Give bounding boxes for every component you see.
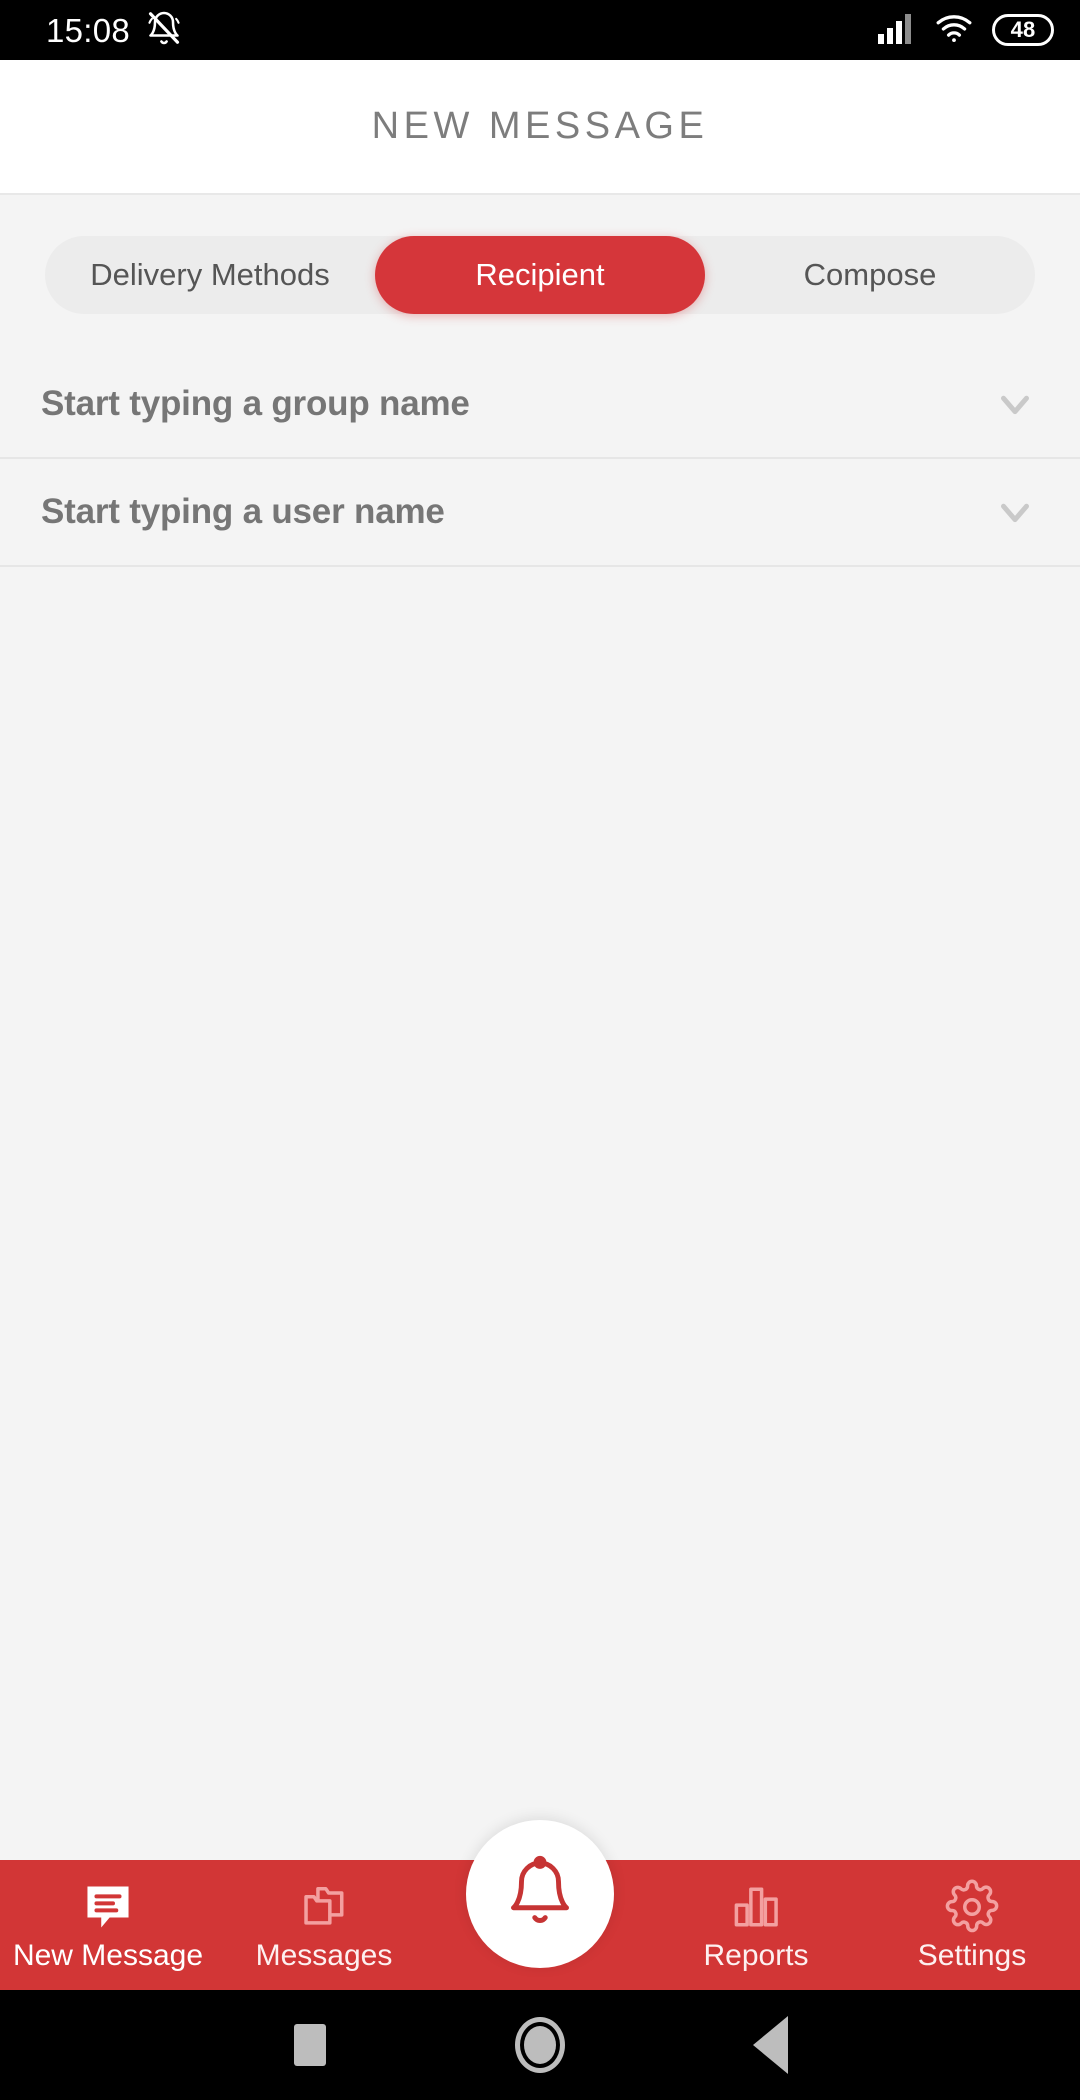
battery-level: 48	[1010, 17, 1036, 42]
back-button[interactable]	[655, 2016, 885, 2074]
status-time: 15:08	[46, 11, 131, 49]
chevron-down-icon[interactable]	[992, 381, 1038, 427]
phone-screen: 15:08 48 NEW MESSAGE Delivery Methods Re…	[0, 0, 1080, 2100]
alerts-fab-button[interactable]	[466, 1820, 614, 1968]
user-name-dropdown[interactable]: Start typing a user name	[0, 459, 1080, 567]
android-navigation-bar	[0, 1990, 1080, 2100]
chat-bubble-icon	[80, 1880, 136, 1934]
bottom-navigation-bar: New Message Messages Reports Settings	[0, 1820, 1080, 1990]
circle-home-icon	[515, 2017, 565, 2073]
nav-label-new-message: New Message	[12, 1938, 204, 1972]
tab-delivery-methods[interactable]: Delivery Methods	[45, 236, 375, 314]
folders-icon	[296, 1880, 352, 1934]
bell-muted-icon	[146, 10, 182, 51]
user-name-label: Start typing a user name	[41, 492, 445, 531]
status-bar-right: 48	[878, 12, 1054, 49]
status-bar: 15:08 48	[0, 0, 1080, 60]
nav-item-settings[interactable]: Settings	[864, 1860, 1080, 1990]
wifi-icon	[935, 13, 973, 48]
group-name-dropdown[interactable]: Start typing a group name	[0, 351, 1080, 459]
gear-icon	[944, 1879, 1000, 1934]
tab-recipient[interactable]: Recipient	[375, 236, 705, 314]
tab-compose[interactable]: Compose	[705, 236, 1035, 314]
recipient-list: Start typing a group name Start typing a…	[0, 351, 1080, 567]
segmented-control: Delivery Methods Recipient Compose	[45, 236, 1035, 314]
page-header: NEW MESSAGE	[0, 60, 1080, 195]
segmented-control-wrapper: Delivery Methods Recipient Compose	[0, 195, 1080, 314]
nav-label-reports: Reports	[703, 1938, 809, 1972]
recents-button[interactable]	[195, 2024, 425, 2066]
battery-icon: 48	[992, 14, 1054, 46]
group-name-label: Start typing a group name	[41, 384, 470, 423]
content-area	[0, 567, 1080, 1860]
bar-chart-icon	[728, 1880, 784, 1934]
nav-item-new-message[interactable]: New Message	[0, 1860, 216, 1990]
page-title: NEW MESSAGE	[371, 105, 709, 147]
home-button[interactable]	[425, 2017, 655, 2073]
triangle-back-icon	[752, 2016, 788, 2074]
bell-icon	[503, 1855, 577, 1934]
status-bar-left: 15:08	[46, 10, 182, 51]
chevron-down-icon[interactable]	[992, 489, 1038, 535]
nav-label-messages: Messages	[255, 1938, 393, 1972]
square-recents-icon	[294, 2024, 326, 2066]
nav-item-reports[interactable]: Reports	[648, 1860, 864, 1990]
cellular-signal-icon	[878, 12, 916, 49]
nav-label-settings: Settings	[917, 1938, 1027, 1972]
nav-item-messages[interactable]: Messages	[216, 1860, 432, 1990]
